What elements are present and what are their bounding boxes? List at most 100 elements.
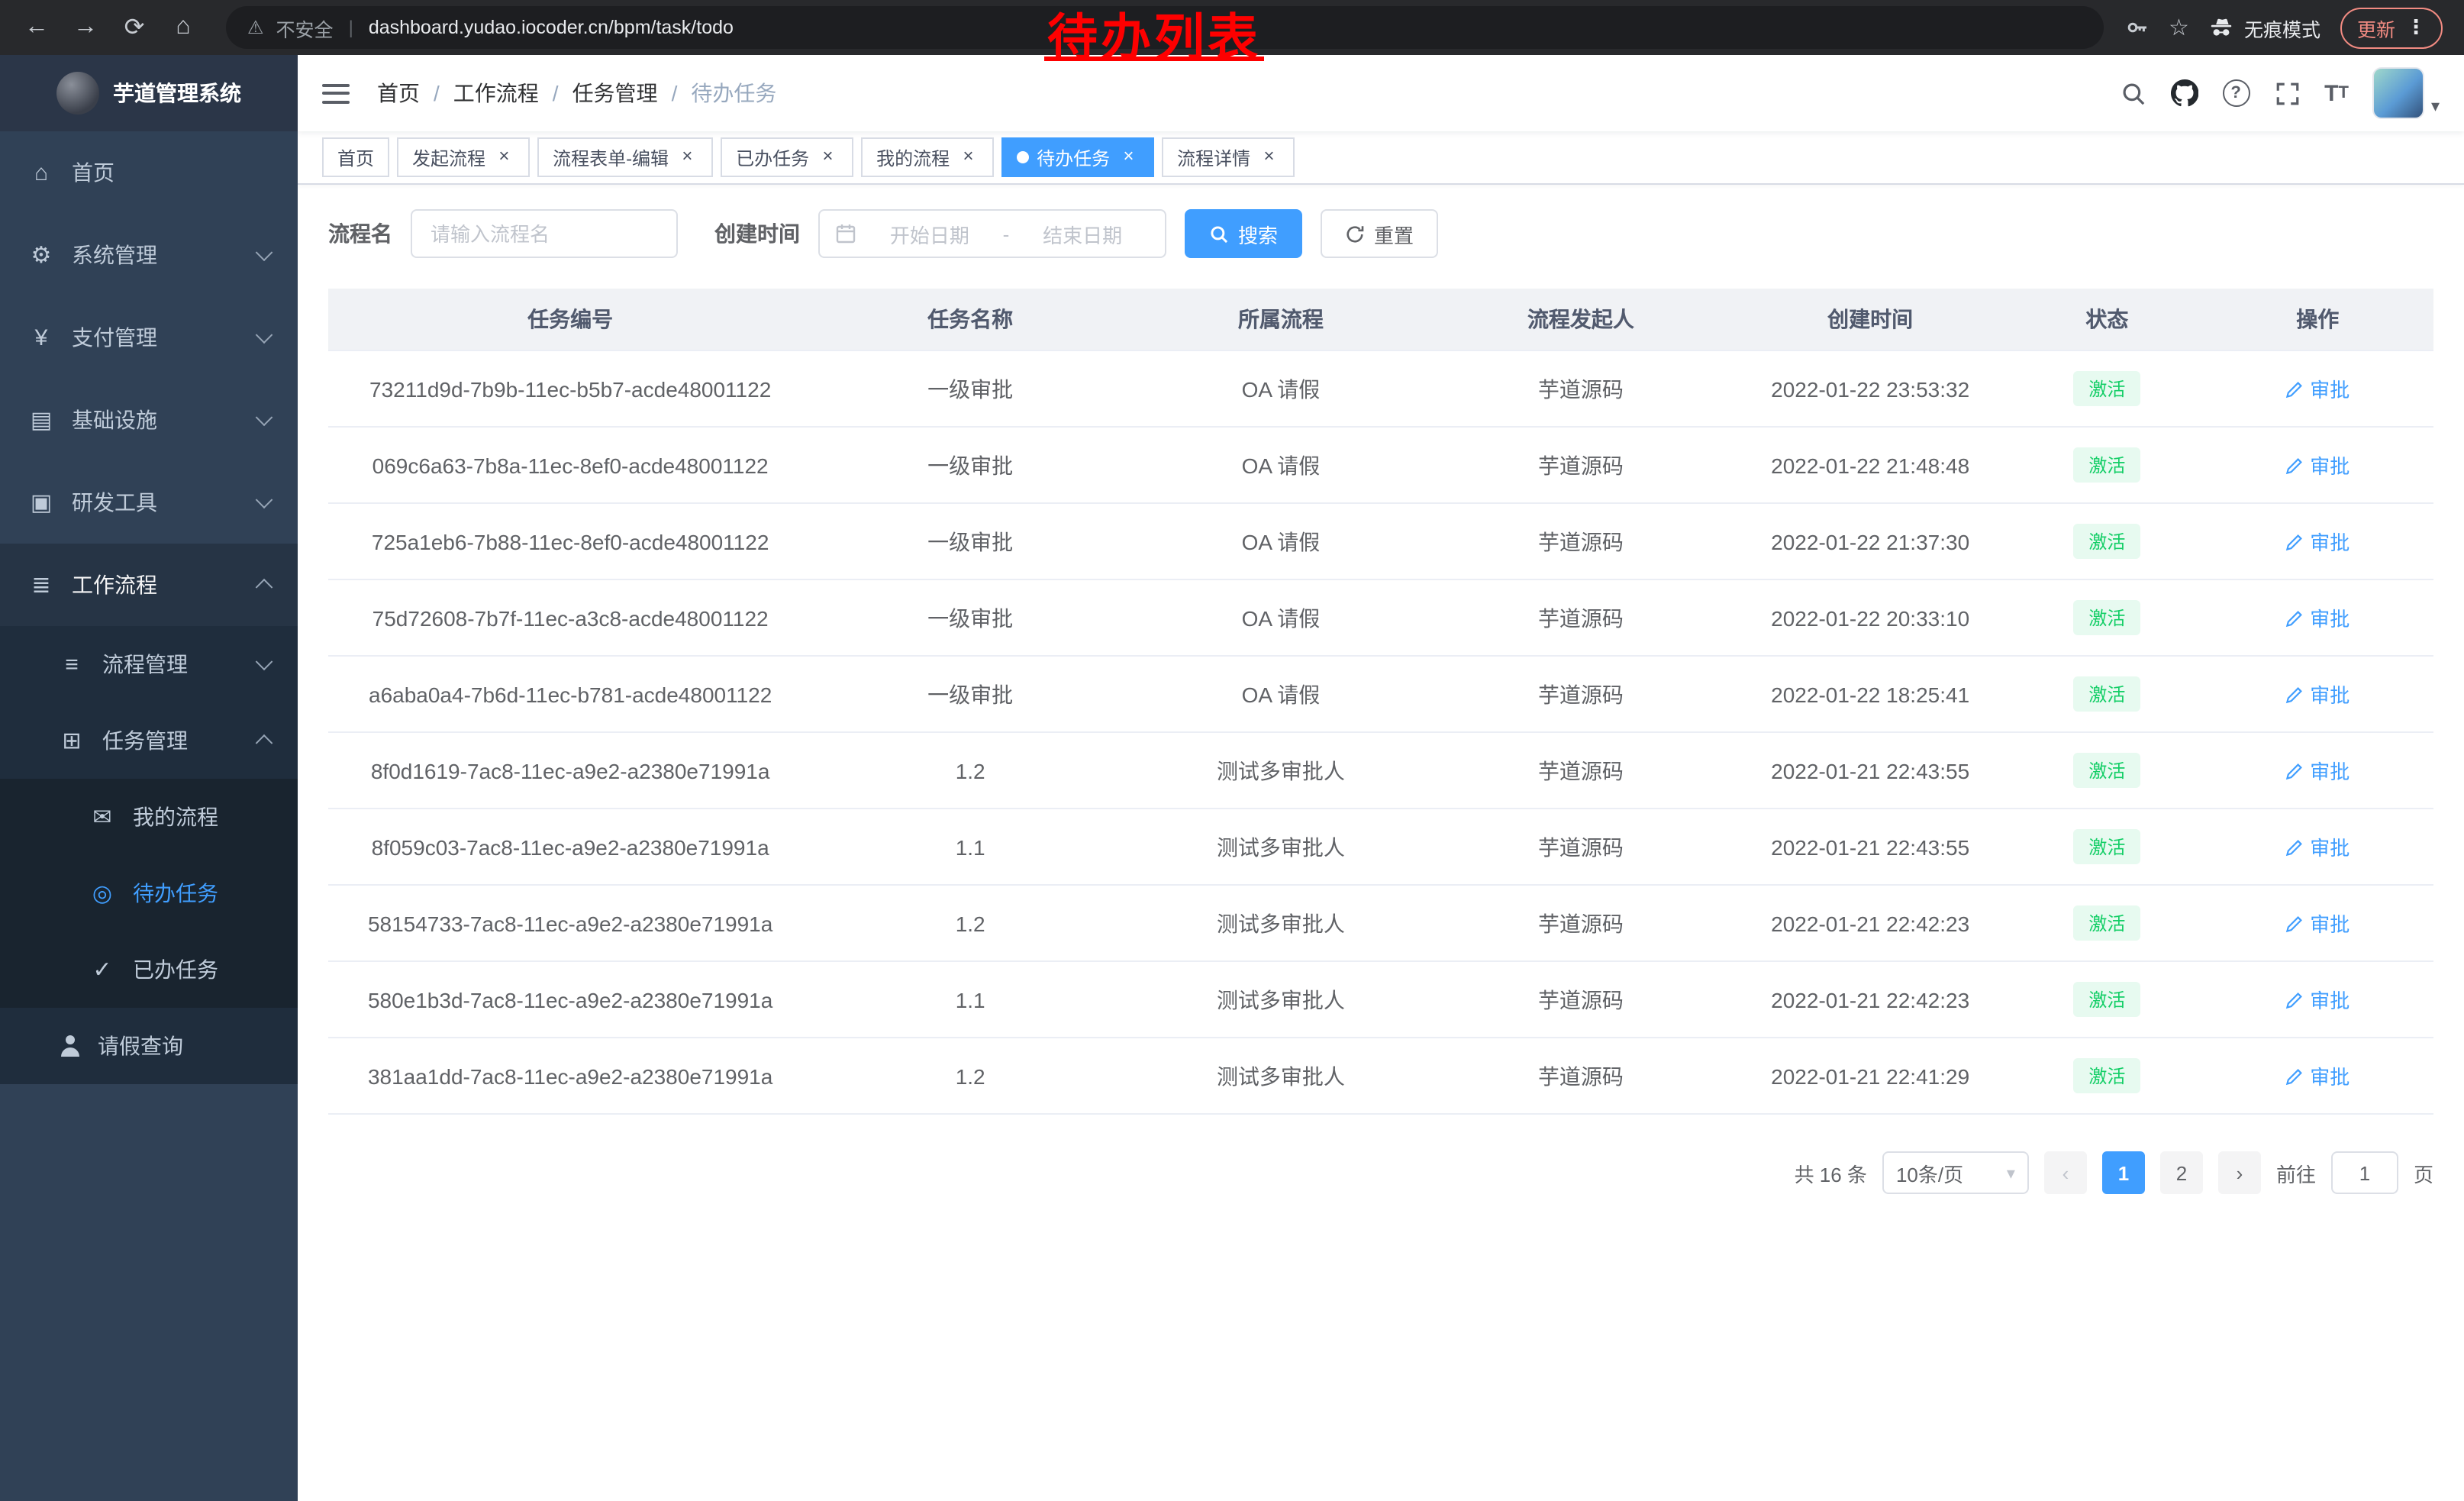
sidebar-item-label: 请假查询 (98, 1031, 183, 1061)
cell-status: 激活 (2012, 427, 2201, 503)
sidebar-item-todo-task[interactable]: ◎ 待办任务 (0, 855, 298, 931)
cell-task-id: 725a1eb6-7b88-11ec-8ef0-acde48001122 (328, 503, 812, 579)
sidebar-item-label: 支付管理 (72, 322, 157, 353)
tab-done-task[interactable]: 已办任务× (721, 137, 853, 177)
approve-link[interactable]: 审批 (2285, 832, 2350, 861)
tab-home[interactable]: 首页 (322, 137, 389, 177)
navbar-actions: ? TT ▾ (2120, 67, 2440, 119)
bookmark-star-icon[interactable]: ☆ (2169, 14, 2189, 41)
list-icon: ≡ (58, 651, 85, 677)
edit-pencil-icon (2285, 456, 2304, 474)
security-label[interactable]: 不安全 (276, 13, 334, 42)
github-icon[interactable] (2170, 79, 2198, 107)
cell-status: 激活 (2012, 809, 2201, 885)
breadcrumb-workflow[interactable]: 工作流程 (453, 78, 539, 108)
approve-link[interactable]: 审批 (2285, 603, 2350, 632)
sidebar-item-process-mgmt[interactable]: ≡ 流程管理 (0, 626, 298, 702)
search-icon[interactable] (2120, 80, 2146, 106)
close-icon[interactable]: × (817, 147, 838, 168)
tab-form-edit[interactable]: 流程表单-编辑 × (537, 137, 713, 177)
tab-todo-task[interactable]: 待办任务× (1001, 137, 1154, 177)
status-badge: 激活 (2073, 1058, 2140, 1093)
user-avatar[interactable]: ▾ (2373, 67, 2440, 119)
approve-link[interactable]: 审批 (2285, 985, 2350, 1014)
password-key-icon[interactable] (2124, 15, 2149, 40)
close-icon[interactable]: × (1258, 147, 1279, 168)
approve-link[interactable]: 审批 (2285, 1061, 2350, 1090)
reload-icon[interactable]: ⟳ (113, 6, 156, 49)
sidebar-item-home[interactable]: ⌂ 首页 (0, 131, 298, 214)
status-badge: 激活 (2073, 982, 2140, 1017)
sidebar: 芋道管理系统 ⌂ 首页 ⚙ 系统管理 ¥ 支付管理 ▤ 基础设施 (0, 55, 298, 1501)
approve-link[interactable]: 审批 (2285, 756, 2350, 785)
table-row: 8f059c03-7ac8-11ec-a9e2-a2380e71991a1.1测… (328, 809, 2433, 885)
status-badge: 激活 (2073, 447, 2140, 483)
search-button[interactable]: 搜索 (1185, 209, 1302, 258)
approve-link[interactable]: 审批 (2285, 679, 2350, 709)
prev-page-button[interactable]: ‹ (2044, 1151, 2087, 1194)
date-range-picker[interactable]: 开始日期 - 结束日期 (818, 209, 1166, 258)
page-button-2[interactable]: 2 (2160, 1151, 2203, 1194)
browser-menu-icon[interactable]: ⋮ (2406, 15, 2426, 40)
sidebar-item-dev-tools[interactable]: ▣ 研发工具 (0, 461, 298, 544)
approve-link[interactable]: 审批 (2285, 909, 2350, 938)
next-page-button[interactable]: › (2218, 1151, 2261, 1194)
approve-link[interactable]: 审批 (2285, 450, 2350, 479)
edit-pencil-icon (2285, 838, 2304, 856)
tab-label: 首页 (337, 144, 374, 170)
app-logo[interactable]: 芋道管理系统 (0, 55, 298, 131)
yen-icon: ¥ (27, 324, 55, 350)
cell-initiator: 芋道源码 (1434, 427, 1728, 503)
breadcrumb-home[interactable]: 首页 (377, 78, 420, 108)
status-badge: 激活 (2073, 905, 2140, 941)
back-icon[interactable]: ← (15, 6, 58, 49)
close-icon[interactable]: × (493, 147, 514, 168)
page-button-1[interactable]: 1 (2102, 1151, 2145, 1194)
sidebar-item-my-process[interactable]: ✉ 我的流程 (0, 779, 298, 855)
sidebar-item-task-mgmt[interactable]: ⊞ 任务管理 (0, 702, 298, 779)
forward-icon[interactable]: → (64, 6, 107, 49)
breadcrumb-task-mgmt[interactable]: 任务管理 (572, 78, 658, 108)
sidebar-item-leave-query[interactable]: 请假查询 (0, 1008, 298, 1084)
cell-task-id: a6aba0a4-7b6d-11ec-b781-acde48001122 (328, 656, 812, 732)
col-status: 状态 (2012, 289, 2201, 350)
process-name-input[interactable] (411, 209, 678, 258)
status-badge: 激活 (2073, 371, 2140, 406)
browser-home-icon[interactable]: ⌂ (162, 6, 205, 49)
close-icon[interactable]: × (676, 147, 698, 168)
end-date-placeholder: 结束日期 (1015, 219, 1150, 248)
col-created: 创建时间 (1728, 289, 2012, 350)
font-size-icon[interactable]: TT (2324, 80, 2349, 106)
help-icon[interactable]: ? (2222, 79, 2250, 107)
sidebar-item-done-task[interactable]: ✓ 已办任务 (0, 931, 298, 1008)
tab-start-process[interactable]: 发起流程× (397, 137, 530, 177)
sidebar-toggle-icon[interactable] (322, 83, 350, 103)
chrome-update-button[interactable]: 更新 ⋮ (2340, 7, 2443, 48)
close-icon[interactable]: × (1118, 147, 1139, 168)
cell-process: 测试多审批人 (1128, 885, 1434, 961)
approve-link[interactable]: 审批 (2285, 527, 2350, 556)
tab-label: 流程表单-编辑 (553, 144, 669, 170)
close-icon[interactable]: × (957, 147, 979, 168)
cell-process: 测试多审批人 (1128, 961, 1434, 1038)
tab-my-process[interactable]: 我的流程× (861, 137, 994, 177)
sidebar-item-infrastructure[interactable]: ▤ 基础设施 (0, 379, 298, 461)
cell-process: OA 请假 (1128, 427, 1434, 503)
tab-label: 流程详情 (1177, 144, 1250, 170)
sidebar-item-system-mgmt[interactable]: ⚙ 系统管理 (0, 214, 298, 296)
search-icon (1209, 224, 1229, 244)
cell-process: OA 请假 (1128, 350, 1434, 427)
page-size-select[interactable]: 10条/页 ▾ (1882, 1151, 2029, 1194)
approve-link[interactable]: 审批 (2285, 374, 2350, 403)
reset-button[interactable]: 重置 (1321, 209, 1438, 258)
tab-process-detail[interactable]: 流程详情 × (1162, 137, 1295, 177)
goto-page-input[interactable] (2331, 1151, 2398, 1194)
sidebar-item-payment-mgmt[interactable]: ¥ 支付管理 (0, 296, 298, 379)
sidebar-item-workflow[interactable]: ≣ 工作流程 (0, 544, 298, 626)
fullscreen-icon[interactable] (2274, 80, 2300, 106)
cell-task-name: 一级审批 (812, 579, 1128, 656)
col-initiator: 流程发起人 (1434, 289, 1728, 350)
url-text[interactable]: dashboard.yudao.iocoder.cn/bpm/task/todo (369, 17, 734, 38)
cell-created: 2022-01-21 22:42:23 (1728, 961, 2012, 1038)
cell-status: 激活 (2012, 961, 2201, 1038)
